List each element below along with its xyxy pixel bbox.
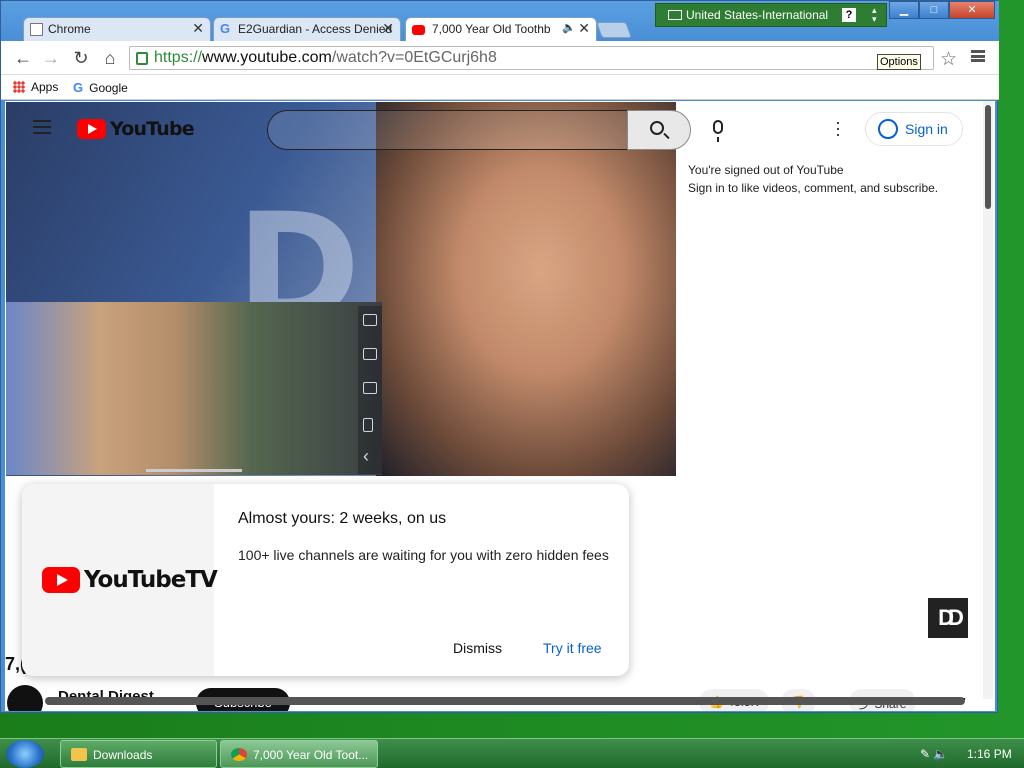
account-icon <box>878 119 898 139</box>
promo-image: YouTubeTV <box>22 484 218 676</box>
hamburger-menu-icon[interactable] <box>33 120 51 134</box>
windows-taskbar: Downloads 7,000 Year Old Toot... ✎ 🔈 1:1… <box>0 738 1024 768</box>
google-icon: G <box>73 80 84 95</box>
chrome-window: Chrome ✕ G E2Guardian - Access Denied ✕ … <box>0 0 999 713</box>
picture-in-picture-window[interactable] <box>6 302 382 475</box>
taskbar-label: 7,000 Year Old Toot... <box>253 748 369 762</box>
url-path: /watch?v=0EtGCurj6h8 <box>331 49 497 66</box>
bookmarks-bar: Apps G Google <box>1 75 999 100</box>
keyboard-icon <box>668 10 682 20</box>
bookmark-apps[interactable]: Apps <box>13 80 58 94</box>
folder-icon <box>71 748 87 761</box>
promo-heading: Almost yours: 2 weeks, on us <box>238 510 447 527</box>
horizontal-scrollbar-thumb[interactable] <box>45 697 965 705</box>
pip-progress-bar[interactable] <box>146 469 242 472</box>
maximize-button[interactable]: □ <box>919 1 949 19</box>
google-icon: G <box>220 21 231 36</box>
tab-e2guardian[interactable]: G E2Guardian - Access Denied ✕ <box>213 17 401 41</box>
signed-out-text: Sign in to like videos, comment, and sub… <box>688 181 939 195</box>
promo-body: 100+ live channels are waiting for you w… <box>238 547 609 563</box>
youtube-icon <box>412 25 425 35</box>
youtube-tv-logo: YouTubeTV <box>42 567 218 593</box>
back-icon[interactable]: ← <box>13 48 33 69</box>
language-bar[interactable]: United States-International ? ▴ ▾ <box>655 3 887 27</box>
browser-toolbar: ← → ↻ ⌂ https://www.youtube.com/watch?v=… <box>1 41 999 75</box>
tab-title: E2Guardian - Access Denied <box>238 22 393 36</box>
window-controls: ▁ □ ✕ <box>889 1 995 19</box>
scrollbar-thumb[interactable] <box>985 105 991 209</box>
close-tab-icon[interactable]: ✕ <box>192 20 204 37</box>
taskbar-label: Downloads <box>93 748 153 762</box>
url-scheme: https:// <box>154 49 203 66</box>
video-frame-person <box>376 102 676 476</box>
bookmark-label: Google <box>89 80 128 95</box>
youtube-play-icon <box>77 119 106 139</box>
reload-icon[interactable]: ↻ <box>71 48 91 69</box>
camera-icon[interactable] <box>363 314 377 326</box>
youtube-masthead: YouTube · · · Sign in <box>5 101 995 157</box>
speaker-icon[interactable]: 🔈 <box>562 21 576 34</box>
lock-icon <box>136 52 148 65</box>
youtube-tv-promo-dialog: YouTubeTV Almost yours: 2 weeks, on us 1… <box>22 484 629 676</box>
close-tab-icon[interactable]: ✕ <box>578 20 590 37</box>
chrome-icon <box>231 748 247 761</box>
url-domain: www.youtube.com <box>202 49 332 66</box>
youtube-tv-wordmark: YouTubeTV <box>84 567 218 593</box>
youtube-play-icon <box>42 567 80 593</box>
more-options-icon[interactable]: · · · <box>835 113 841 143</box>
page-icon <box>30 23 43 36</box>
search-button[interactable] <box>627 110 691 150</box>
system-tray-icons[interactable]: ✎ 🔈 <box>920 747 948 761</box>
start-button[interactable] <box>6 740 44 768</box>
dismiss-button[interactable]: Dismiss <box>453 640 502 656</box>
search-input[interactable] <box>267 110 629 150</box>
options-tooltip: Options <box>877 54 921 70</box>
tab-title: Chrome <box>48 22 91 36</box>
vertical-scrollbar[interactable] <box>983 101 993 699</box>
forward-icon[interactable]: → <box>41 48 61 69</box>
youtube-wordmark: YouTube <box>110 118 195 140</box>
minimize-button[interactable]: ▁ <box>889 1 919 19</box>
apps-grid-icon <box>13 81 25 93</box>
book-icon[interactable] <box>363 418 373 432</box>
tab-title: 7,000 Year Old Toothbrush <box>432 22 550 36</box>
sign-in-button[interactable]: Sign in <box>865 112 963 146</box>
pip-controls: ‹ <box>358 306 382 474</box>
taskbar-item-downloads[interactable]: Downloads <box>60 740 217 768</box>
try-it-free-button[interactable]: Try it free <box>543 640 602 656</box>
help-icon[interactable]: ? <box>842 8 856 22</box>
taskbar-item-chrome[interactable]: 7,000 Year Old Toot... <box>220 740 378 768</box>
bookmark-google[interactable]: G Google <box>73 80 128 95</box>
language-bar-options-icon[interactable]: ▴ ▾ <box>872 6 877 24</box>
microphone-icon[interactable] <box>713 120 723 142</box>
clock[interactable]: 1:16 PM <box>967 747 1012 761</box>
collapse-icon[interactable]: ‹ <box>363 446 369 467</box>
bookmark-label: Apps <box>31 80 59 94</box>
tab-strip: Chrome ✕ G E2Guardian - Access Denied ✕ … <box>1 1 999 41</box>
channel-avatar[interactable] <box>7 685 43 711</box>
chrome-menu-icon[interactable] <box>971 50 985 62</box>
bookmark-star-icon[interactable]: ☆ <box>940 48 957 71</box>
close-button[interactable]: ✕ <box>949 1 995 19</box>
switch-camera-icon[interactable] <box>363 382 377 394</box>
channel-watermark[interactable]: DD <box>928 598 968 638</box>
home-icon[interactable]: ⌂ <box>100 48 120 69</box>
close-tab-icon[interactable]: ✕ <box>382 20 394 37</box>
address-bar[interactable]: https://www.youtube.com/watch?v=0EtGCurj… <box>129 46 934 70</box>
youtube-logo[interactable]: YouTube <box>77 118 195 140</box>
tab-youtube[interactable]: 7,000 Year Old Toothbrush 🔈 ✕ <box>405 17 597 41</box>
video-camera-icon[interactable] <box>363 348 377 360</box>
search-icon <box>650 121 664 135</box>
tab-chrome[interactable]: Chrome ✕ <box>23 17 211 41</box>
signed-out-message: You're signed out of YouTube Sign in to … <box>688 161 938 197</box>
sign-in-label: Sign in <box>905 121 948 137</box>
language-label: United States-International <box>686 8 829 22</box>
youtube-page: D ‹ YouTube · · · Sign in You're signed … <box>5 101 995 711</box>
new-tab-button[interactable] <box>596 22 632 38</box>
signed-out-title: You're signed out of YouTube <box>688 163 844 177</box>
